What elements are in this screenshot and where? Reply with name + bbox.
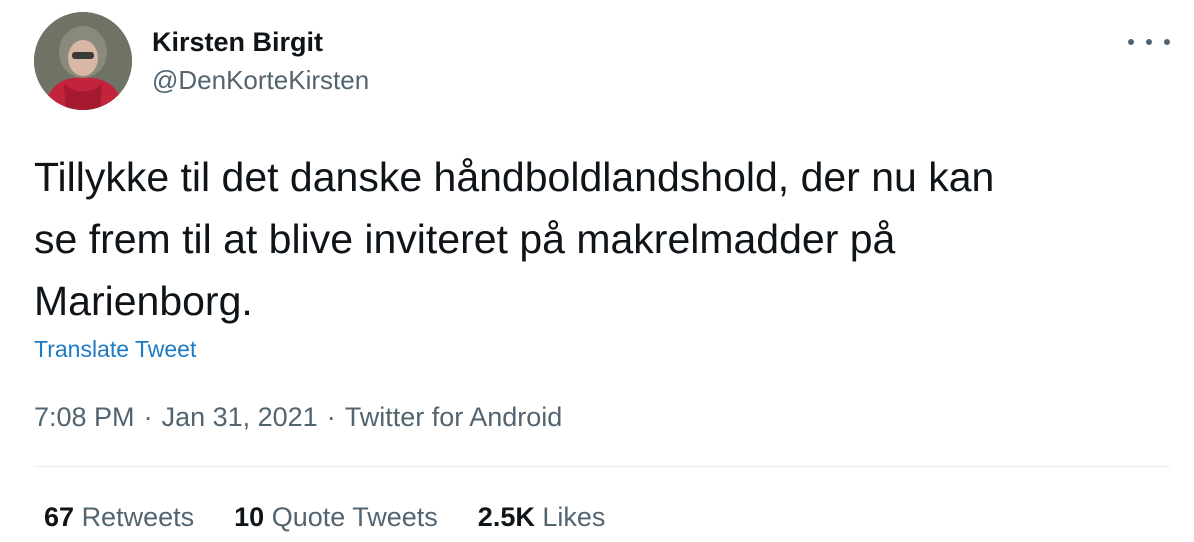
user-handle[interactable]: @DenKorteKirsten bbox=[152, 64, 369, 96]
meta-separator: · bbox=[143, 402, 153, 432]
divider bbox=[34, 466, 1170, 467]
quote-tweets-count: 10 bbox=[234, 502, 265, 532]
tweet-text-line: Tillykke til det danske håndboldlandshol… bbox=[34, 154, 995, 200]
tweet-text-line: Marienborg. bbox=[34, 278, 253, 324]
tweet-source-link[interactable]: Twitter for Android bbox=[345, 402, 563, 432]
likes-label: Likes bbox=[542, 502, 606, 532]
retweets-label: Retweets bbox=[81, 502, 195, 532]
tweet-time-link[interactable]: 7:08 PM bbox=[34, 402, 135, 432]
retweets-stat[interactable]: 67 Retweets bbox=[44, 500, 194, 534]
quote-tweets-stat[interactable]: 10 Quote Tweets bbox=[234, 500, 438, 534]
dot bbox=[1146, 39, 1152, 45]
tweet-text: Tillykke til det danske håndboldlandshol… bbox=[34, 146, 1154, 332]
tweet-date-link[interactable]: Jan 31, 2021 bbox=[162, 402, 318, 432]
profile-photo-icon bbox=[34, 12, 132, 110]
translate-tweet-link[interactable]: Translate Tweet bbox=[34, 334, 196, 364]
meta-separator: · bbox=[326, 402, 336, 432]
retweets-count: 67 bbox=[44, 502, 75, 532]
more-options-icon[interactable] bbox=[1128, 30, 1170, 54]
likes-count: 2.5K bbox=[477, 502, 535, 532]
avatar[interactable] bbox=[34, 12, 132, 110]
tweet-card: Kirsten Birgit @DenKorteKirsten Tillykke… bbox=[0, 0, 1194, 542]
dot bbox=[1128, 39, 1134, 45]
tweet-meta: 7:08 PM · Jan 31, 2021 · Twitter for Android bbox=[34, 400, 562, 434]
likes-stat[interactable]: 2.5K Likes bbox=[478, 500, 606, 534]
quote-tweets-label: Quote Tweets bbox=[271, 502, 438, 532]
tweet-text-line: se frem til at blive inviteret på makrel… bbox=[34, 216, 896, 262]
display-name[interactable]: Kirsten Birgit bbox=[152, 26, 323, 58]
tweet-stats: 67 Retweets 10 Quote Tweets 2.5K Likes bbox=[44, 500, 645, 534]
dot bbox=[1164, 39, 1170, 45]
